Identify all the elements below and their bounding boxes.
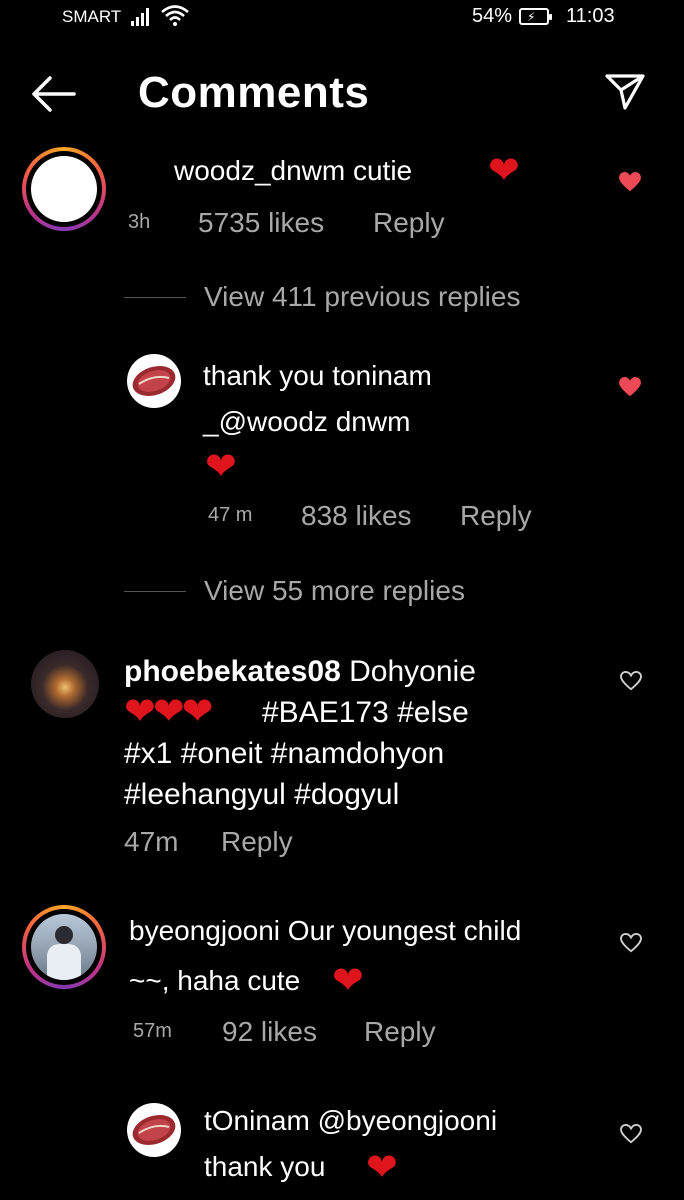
- comment-text-line: #x1 #oneit #namdohyon: [124, 737, 445, 770]
- avatar[interactable]: [127, 1103, 181, 1157]
- likes-count[interactable]: 92 likes: [222, 1016, 317, 1048]
- divider: [124, 297, 186, 298]
- reply-button[interactable]: Reply: [221, 826, 293, 858]
- like-heart-icon[interactable]: [620, 1123, 642, 1149]
- avatar: [31, 914, 97, 980]
- reply-text-line: thank you: [204, 1151, 326, 1182]
- comment-text-line: ~~, haha cute: [129, 965, 301, 996]
- avatar-story-ring[interactable]: [22, 905, 106, 989]
- comment-text-line: #BAE173 #else: [262, 696, 469, 729]
- back-arrow-icon[interactable]: [28, 74, 78, 119]
- reply-text-line: tOninam @byeongjooni: [204, 1105, 498, 1136]
- avatar-story-ring[interactable]: [22, 147, 106, 231]
- view-previous-replies[interactable]: View 411 previous replies: [204, 281, 520, 313]
- comment-time: 47m: [124, 826, 179, 857]
- like-heart-icon[interactable]: [620, 932, 642, 958]
- send-icon[interactable]: [603, 72, 647, 117]
- comment-text: phoebekates08 Dohyonie: [124, 655, 476, 688]
- divider: [124, 591, 186, 592]
- heart-emoji: ❤: [366, 1147, 398, 1189]
- reply-text-line: thank you toninam: [203, 360, 432, 391]
- avatar: [31, 156, 97, 222]
- comment-time: 47 m: [208, 504, 253, 526]
- clock: 11:03: [566, 5, 615, 27]
- wifi-icon: [160, 3, 190, 32]
- reply-text-line: _@woodz dnwm: [203, 406, 411, 437]
- comment-time: 3h: [128, 211, 151, 233]
- likes-count[interactable]: 5735 likes: [198, 207, 324, 239]
- reply-button[interactable]: Reply: [460, 500, 532, 532]
- liked-heart-icon[interactable]: [619, 172, 641, 197]
- page-title: Comments: [138, 68, 370, 117]
- likes-count[interactable]: 838 likes: [301, 500, 412, 532]
- avatar[interactable]: [31, 650, 99, 718]
- battery-icon: ⚡: [519, 8, 552, 25]
- comment-time: 57m: [133, 1020, 172, 1042]
- like-heart-icon[interactable]: [620, 670, 642, 696]
- view-more-replies[interactable]: View 55 more replies: [204, 575, 465, 607]
- liked-heart-icon[interactable]: [619, 377, 641, 402]
- comment-text: woodz_dnwm cutie: [174, 155, 413, 186]
- heart-emoji: ❤: [488, 150, 520, 192]
- reply-button[interactable]: Reply: [373, 207, 445, 239]
- comment-text-line: #leehangyul #dogyul: [124, 778, 400, 811]
- heart-emojis: ❤❤❤: [124, 691, 214, 733]
- heart-emoji: ❤: [332, 960, 364, 1002]
- reply-button[interactable]: Reply: [364, 1016, 436, 1048]
- comment-text-line: byeongjooni Our youngest child: [129, 915, 522, 946]
- battery-percent: 54%: [472, 5, 513, 27]
- avatar[interactable]: [127, 354, 181, 408]
- heart-emoji: ❤: [205, 446, 237, 488]
- carrier-label: SMART: [62, 7, 122, 26]
- signal-icon: [131, 6, 149, 26]
